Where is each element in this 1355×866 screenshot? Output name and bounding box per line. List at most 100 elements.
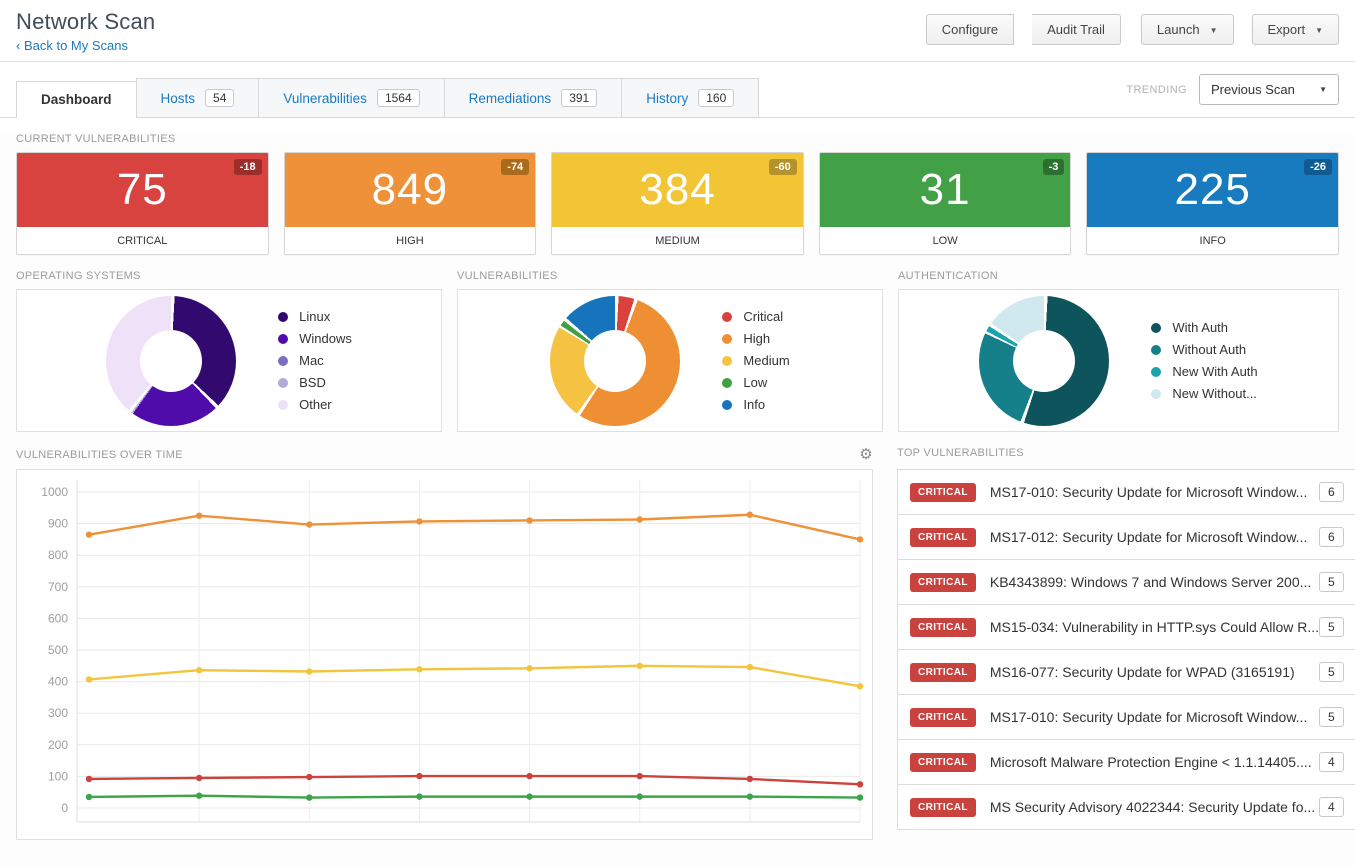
vulnerability-count-badge: 5 bbox=[1319, 662, 1344, 682]
authentication-label: AUTHENTICATION bbox=[898, 270, 998, 282]
tab-label: Dashboard bbox=[41, 92, 112, 107]
stat-card-critical[interactable]: 75 -18 CRITICAL bbox=[16, 152, 269, 255]
vulnerability-row[interactable]: CRITICAL Microsoft Malware Protection Eng… bbox=[897, 739, 1355, 785]
legend-label: Mac bbox=[299, 353, 324, 368]
legend-dot bbox=[278, 399, 289, 410]
data-point-critical bbox=[85, 775, 93, 783]
legend-item: Without Auth bbox=[1151, 342, 1257, 357]
vulnerability-title: MS16-077: Security Update for WPAD (3165… bbox=[989, 664, 1295, 680]
stat-card-delta-badge: -26 bbox=[1304, 159, 1332, 175]
vulnerability-title: MS17-010: Security Update for Microsoft … bbox=[989, 709, 1308, 725]
audit-trail-button[interactable]: Audit Trail bbox=[1032, 14, 1121, 45]
tab-dashboard[interactable]: Dashboard bbox=[16, 81, 137, 118]
gear-icon[interactable]: ⚙ bbox=[859, 447, 873, 462]
bottom-labels-row: VULNERABILITIES OVER TIME ⚙ TOP VULNERAB… bbox=[16, 432, 1339, 469]
export-button[interactable]: Export ▼ bbox=[1251, 14, 1339, 45]
y-axis-tick-label: 400 bbox=[48, 675, 68, 689]
legend-dot bbox=[722, 333, 733, 344]
data-point-high bbox=[856, 536, 864, 543]
legend-item: Mac bbox=[278, 353, 352, 368]
stat-card-value: 31 bbox=[919, 165, 971, 214]
vulnerabilities-over-time-label: VULNERABILITIES OVER TIME bbox=[16, 448, 183, 461]
legend-item: Critical bbox=[722, 309, 789, 324]
tabs: Dashboard Hosts 54 Vulnerabilities 1564 Remed… bbox=[16, 78, 760, 118]
vulnerability-row[interactable]: CRITICAL KB4343899: Windows 7 and Windows… bbox=[897, 559, 1355, 605]
vulnerability-row[interactable]: CRITICAL MS17-010: Security Update for Mi… bbox=[897, 694, 1355, 740]
vulnerability-count-badge: 4 bbox=[1319, 797, 1344, 817]
stat-card-color-block: 75 -18 bbox=[17, 153, 268, 227]
data-point-critical bbox=[746, 775, 754, 783]
tab-vulnerabilities[interactable]: Vulnerabilities 1564 bbox=[258, 78, 445, 117]
stat-card-high[interactable]: 849 -74 HIGH bbox=[283, 152, 537, 255]
tab-remediations[interactable]: Remediations 391 bbox=[443, 78, 623, 117]
legend-label: High bbox=[743, 331, 771, 346]
legend-label: Linux bbox=[299, 309, 331, 324]
legend-label: Medium bbox=[743, 353, 790, 368]
legend-item: Info bbox=[722, 397, 789, 412]
vulnerability-count-badge: 5 bbox=[1319, 707, 1344, 727]
legend-label: New Without... bbox=[1172, 386, 1257, 401]
stat-card-label: HIGH bbox=[284, 227, 536, 254]
data-point-medium bbox=[85, 676, 93, 683]
y-axis-tick-label: 700 bbox=[48, 580, 68, 594]
stat-card-value: 849 bbox=[371, 165, 449, 214]
configure-button[interactable]: Configure bbox=[925, 14, 1015, 45]
donut-labels-row: OPERATING SYSTEMS VULNERABILITIES AUTHEN… bbox=[16, 255, 1339, 289]
severity-badge: CRITICAL bbox=[910, 797, 976, 817]
trending-select[interactable]: Previous Scan ▼ bbox=[1199, 74, 1339, 105]
trending-control: TRENDING Previous Scan ▼ bbox=[1126, 74, 1339, 105]
stat-card-delta-badge: -3 bbox=[1042, 159, 1065, 175]
severity-badge: CRITICAL bbox=[910, 572, 976, 592]
export-button-label: Export bbox=[1267, 22, 1306, 37]
launch-button[interactable]: Launch ▼ bbox=[1140, 14, 1234, 45]
legend-item: With Auth bbox=[1151, 320, 1257, 335]
back-to-my-scans-link[interactable]: ‹ Back to My Scans bbox=[16, 38, 128, 53]
data-point-low bbox=[636, 793, 643, 800]
operating-systems-panel: Linux Windows Mac BSD Other bbox=[16, 289, 443, 432]
vulnerabilities-panel: Critical High Medium Low Info bbox=[457, 289, 884, 432]
data-point-low bbox=[526, 793, 533, 800]
vulnerabilities-over-time-chart: 0 100 200 300 400 500 600 700 800 900 1000 bbox=[16, 469, 873, 840]
severity-badge: CRITICAL bbox=[910, 617, 976, 637]
donut-panels-row: Linux Windows Mac BSD Other Critical High Mediu… bbox=[16, 289, 1339, 432]
data-point-critical bbox=[856, 781, 864, 788]
legend-item: New Without... bbox=[1151, 386, 1257, 401]
vulnerability-title: MS17-010: Security Update for Microsoft … bbox=[989, 484, 1308, 500]
data-point-high bbox=[416, 518, 423, 525]
legend-dot bbox=[722, 355, 733, 366]
configure-audit-group: Configure Audit Trail bbox=[925, 14, 1121, 45]
donut-hole bbox=[584, 329, 647, 392]
stat-card-low[interactable]: 31 -3 LOW bbox=[818, 152, 1072, 255]
legend-item: BSD bbox=[278, 375, 352, 390]
legend-item: High bbox=[722, 331, 789, 346]
y-axis-tick-label: 800 bbox=[48, 548, 68, 562]
data-point-medium bbox=[856, 683, 864, 690]
stat-card-color-block: 849 -74 bbox=[284, 153, 536, 227]
vulnerability-row[interactable]: CRITICAL MS17-010: Security Update for Mi… bbox=[897, 469, 1355, 515]
donut-hole bbox=[140, 329, 203, 392]
authentication-panel: With Auth Without Auth New With Auth New Wi… bbox=[898, 289, 1339, 432]
stat-card-medium[interactable]: 384 -60 MEDIUM bbox=[551, 152, 804, 255]
y-axis-tick-label: 1000 bbox=[41, 485, 68, 499]
vulnerability-row[interactable]: CRITICAL MS15-034: Vulnerability in HTTP.… bbox=[897, 604, 1355, 650]
stat-card-delta-badge: -60 bbox=[768, 159, 797, 175]
tab-history[interactable]: History 160 bbox=[621, 78, 760, 117]
legend-dot bbox=[278, 355, 289, 366]
data-point-high bbox=[526, 517, 533, 524]
stat-card-label: INFO bbox=[1087, 227, 1338, 254]
data-point-low bbox=[195, 792, 203, 799]
vulnerability-title: Microsoft Malware Protection Engine < 1.… bbox=[989, 754, 1312, 770]
legend-label: Other bbox=[299, 397, 332, 412]
tab-count-badge: 54 bbox=[205, 89, 235, 107]
vulnerability-row[interactable]: CRITICAL MS16-077: Security Update for WP… bbox=[897, 649, 1355, 695]
vulnerability-row[interactable]: CRITICAL MS17-012: Security Update for Mi… bbox=[897, 514, 1355, 560]
vulnerability-count-badge: 4 bbox=[1319, 752, 1344, 772]
legend-item: Medium bbox=[722, 353, 790, 368]
tab-hosts[interactable]: Hosts 54 bbox=[135, 78, 260, 117]
vulnerability-row[interactable]: CRITICAL MS Security Advisory 4022344: Se… bbox=[897, 784, 1355, 830]
stat-card-info[interactable]: 225 -26 INFO bbox=[1086, 152, 1339, 255]
data-point-medium bbox=[746, 663, 754, 671]
data-point-medium bbox=[416, 666, 423, 673]
series-line-medium bbox=[88, 664, 861, 688]
tab-label: Remediations bbox=[468, 90, 552, 106]
